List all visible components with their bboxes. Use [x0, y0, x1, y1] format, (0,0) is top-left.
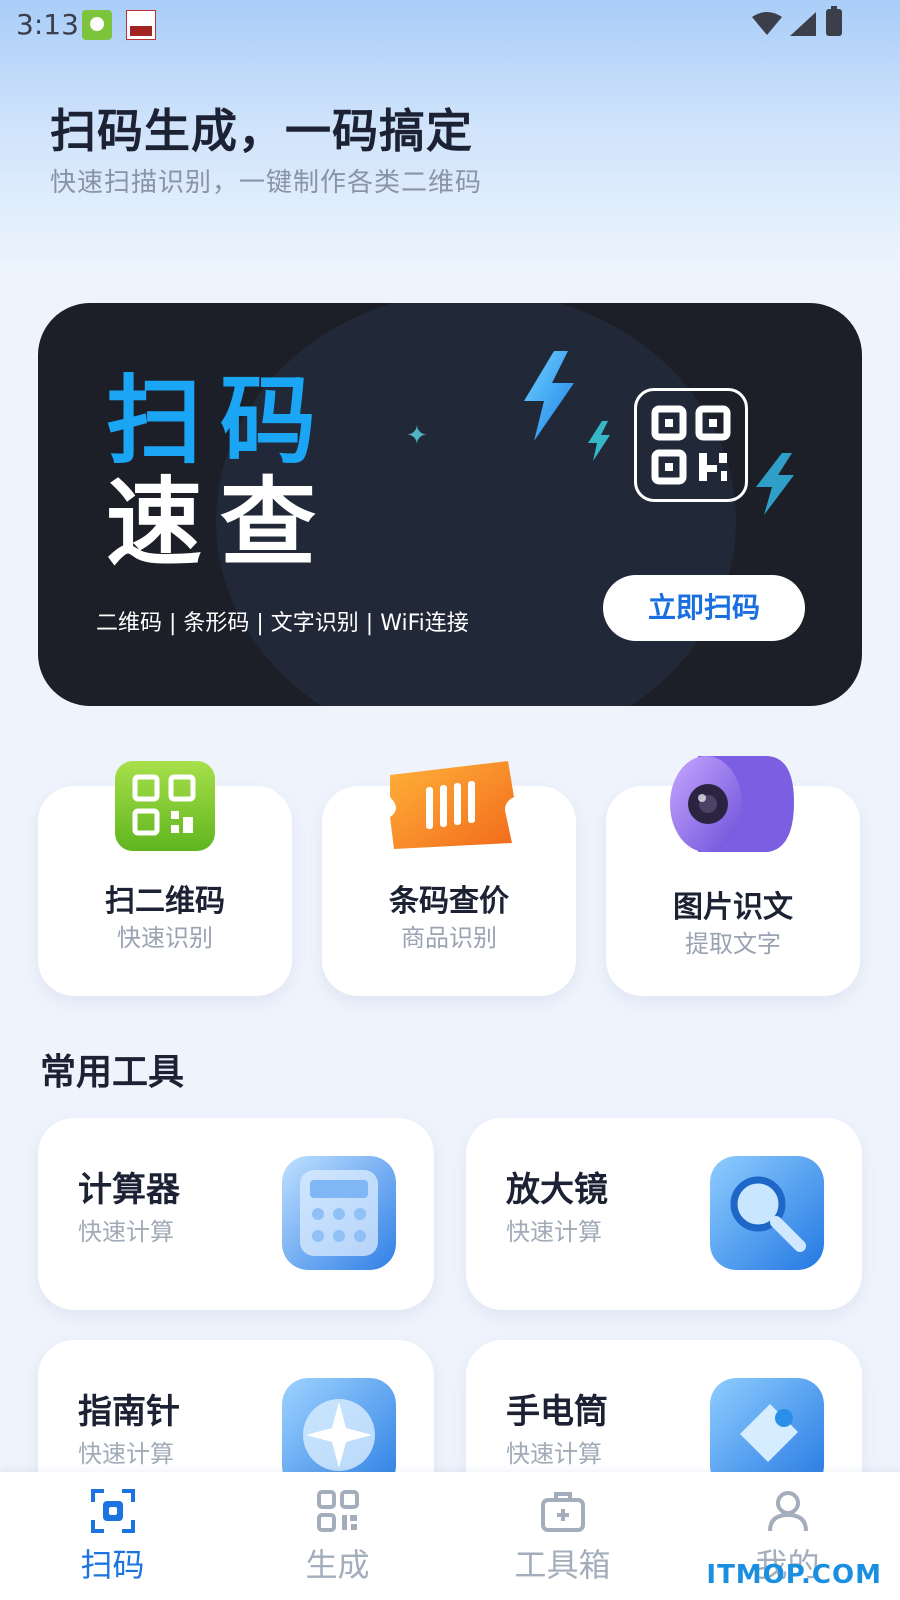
- page-subtitle: 快速扫描识别，一键制作各类二维码: [50, 168, 483, 198]
- nav-tab-generate[interactable]: 生成: [225, 1472, 450, 1600]
- tool-name: 手电筒: [506, 1392, 608, 1432]
- wifi-icon: [752, 12, 782, 35]
- tool-subtitle: 快速计算: [506, 1440, 602, 1468]
- banner-title-line2: 速查: [106, 467, 334, 579]
- nav-tab-toolbox[interactable]: 工具箱: [450, 1472, 675, 1600]
- lightning-bolt-icon: [524, 351, 574, 441]
- tool-card-magnifier[interactable]: 放大镜 快速计算: [466, 1118, 862, 1310]
- nav-label: 扫码: [80, 1546, 145, 1584]
- banner-title-line1: 扫码: [106, 365, 334, 477]
- scan-icon: [91, 1489, 135, 1533]
- nav-label: 生成: [305, 1546, 370, 1584]
- status-bar: 3:13: [0, 0, 900, 50]
- news-notification-icon: [126, 10, 156, 40]
- sparkle-icon: ✦: [406, 421, 428, 451]
- calculator-icon: [282, 1156, 396, 1270]
- toolbox-icon: [541, 1492, 585, 1532]
- qr-code-icon: [634, 388, 748, 502]
- status-time: 3:13: [16, 8, 79, 41]
- app-notification-icon: [82, 10, 112, 40]
- tool-subtitle: 快速计算: [78, 1440, 174, 1468]
- qr-grid-icon: [317, 1490, 359, 1532]
- camera-lens-icon: [670, 756, 794, 852]
- tool-subtitle: 快速计算: [506, 1218, 602, 1246]
- page-title: 扫码生成，一码搞定: [50, 104, 473, 158]
- tool-card-calculator[interactable]: 计算器 快速计算: [38, 1118, 434, 1310]
- teal-bolt-icon: [756, 453, 794, 515]
- battery-icon: [826, 6, 842, 36]
- scan-now-button[interactable]: 立即扫码: [603, 575, 805, 641]
- bottom-nav: 扫码 生成 工具箱 我的 ITMOP.COM: [0, 1472, 900, 1600]
- tool-name: 放大镜: [506, 1170, 608, 1210]
- feature-subtitle: 商品识别: [401, 924, 497, 952]
- nav-tab-scan[interactable]: 扫码: [0, 1472, 225, 1600]
- small-bolt-icon: [588, 421, 610, 461]
- nav-label: 工具箱: [514, 1546, 611, 1584]
- tool-subtitle: 快速计算: [78, 1218, 174, 1246]
- barcode-ticket-icon: [390, 761, 514, 849]
- feature-title: 图片识文: [673, 890, 793, 925]
- banner-tags: 二维码 | 条形码 | 文字识别 | WiFi连接: [96, 611, 469, 636]
- feature-subtitle: 提取文字: [685, 930, 781, 958]
- feature-subtitle: 快速识别: [117, 924, 213, 952]
- qr-code-icon: [115, 761, 215, 851]
- tool-name: 计算器: [78, 1170, 180, 1210]
- watermark: ITMOP.COM: [706, 1560, 882, 1590]
- feature-title: 扫二维码: [105, 884, 225, 919]
- section-title-tools: 常用工具: [40, 1052, 185, 1093]
- signal-icon: [790, 12, 816, 36]
- tool-name: 指南针: [78, 1392, 180, 1432]
- feature-title: 条码查价: [389, 884, 509, 919]
- magnifier-icon: [710, 1156, 824, 1270]
- user-icon: [768, 1491, 808, 1532]
- scan-banner[interactable]: 扫码 速查 二维码 | 条形码 | 文字识别 | WiFi连接 ✦ 立即扫码: [38, 303, 862, 706]
